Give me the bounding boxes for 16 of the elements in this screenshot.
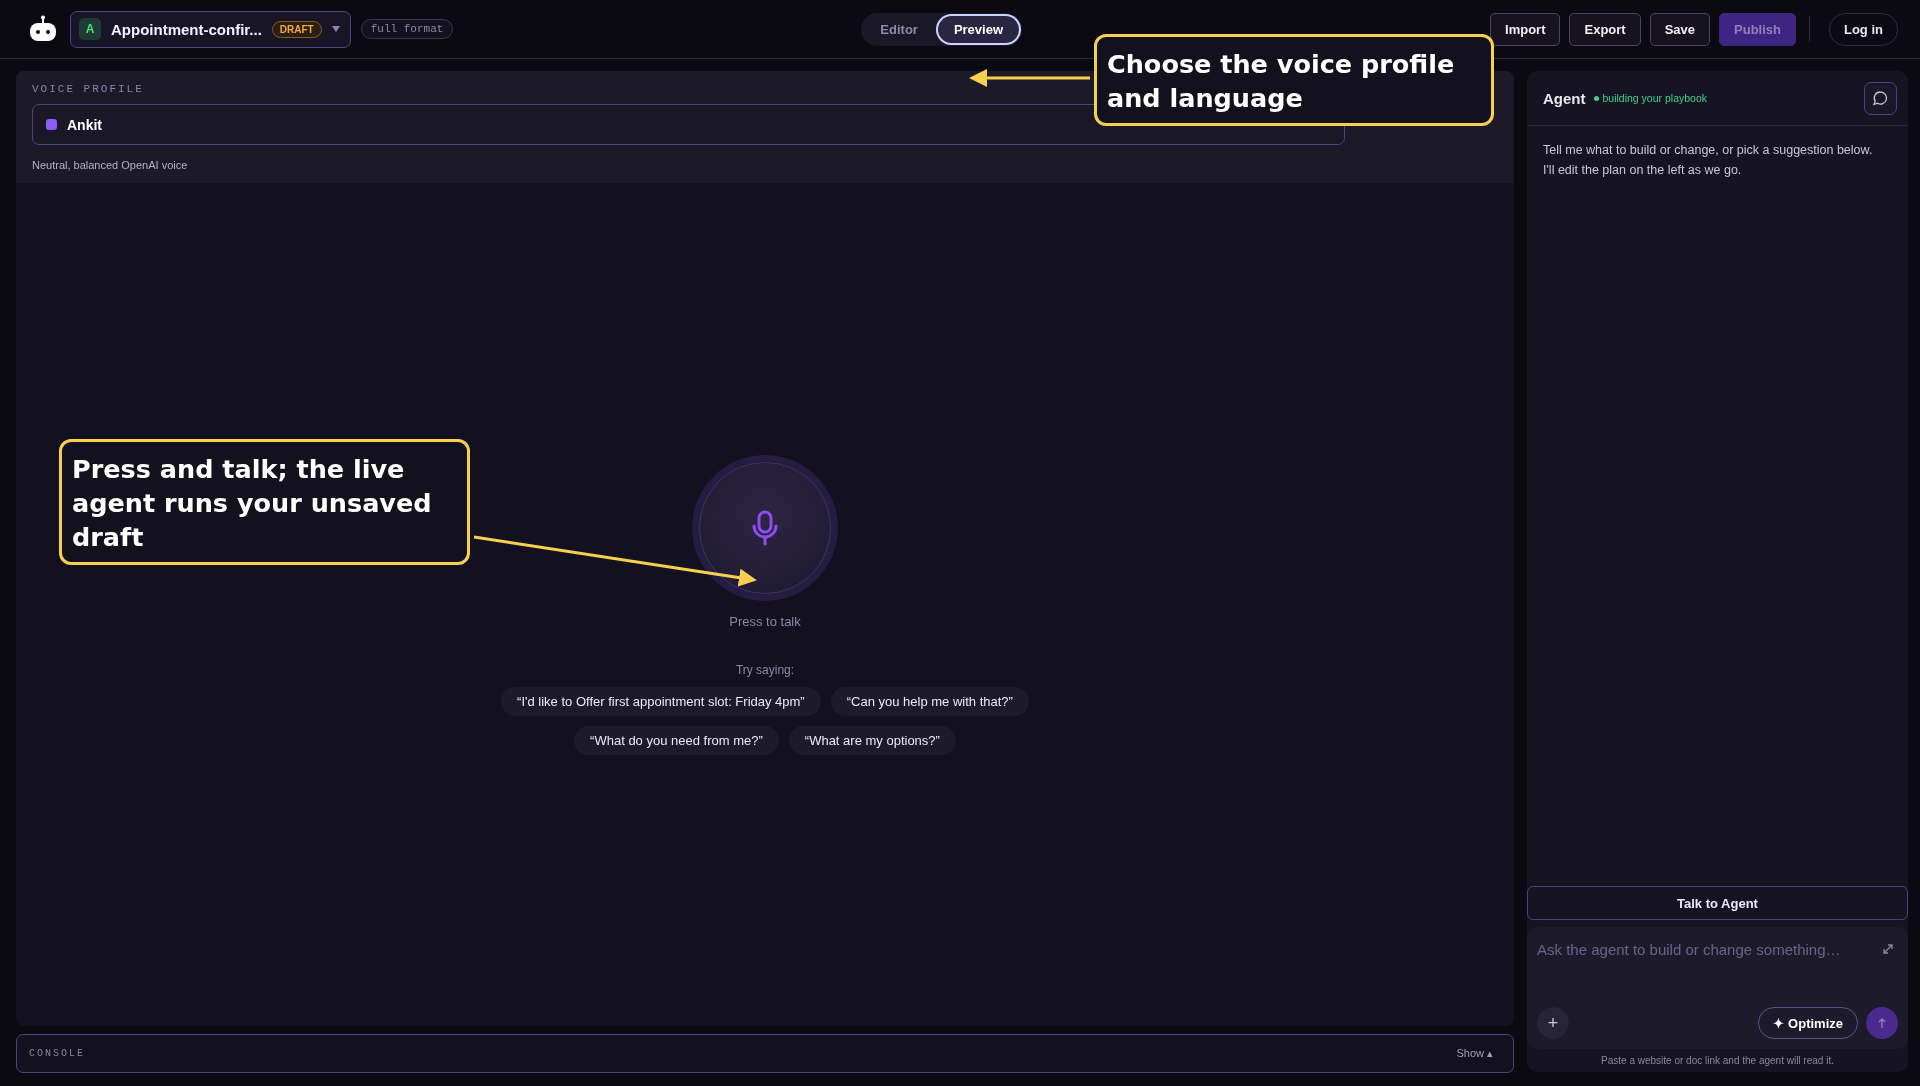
suggestions-hint: Try saying: xyxy=(735,662,795,677)
agent-status: building your playbook xyxy=(1602,92,1707,104)
annotation-tooltip: Choose the voice profile and language xyxy=(1094,34,1494,126)
format-chip: full format xyxy=(360,19,454,39)
annotation-tooltip: Press and talk; the live agent runs your unsaved draft xyxy=(59,439,470,565)
section-heading: VOICE PROFILE xyxy=(32,83,145,95)
agent-title: Agent xyxy=(1543,89,1586,107)
voice-name: Ankit xyxy=(67,116,102,133)
project-name: Appointment-confir... xyxy=(111,20,262,38)
talk-label: Press to talk xyxy=(729,613,801,629)
status-badge: DRAFT xyxy=(271,20,322,38)
voice-description: Neutral, balanced OpenAI voice xyxy=(32,159,189,171)
project-avatar: A xyxy=(79,18,101,40)
composer-hint: Paste a website or doc link and the agent will read it. xyxy=(1600,1054,1835,1068)
console-label: CONSOLE xyxy=(29,1048,85,1059)
agent-message: Tell me what to build or change, or pick a suggestion below. I'll edit the plan on the left as we go. xyxy=(1542,142,1874,179)
